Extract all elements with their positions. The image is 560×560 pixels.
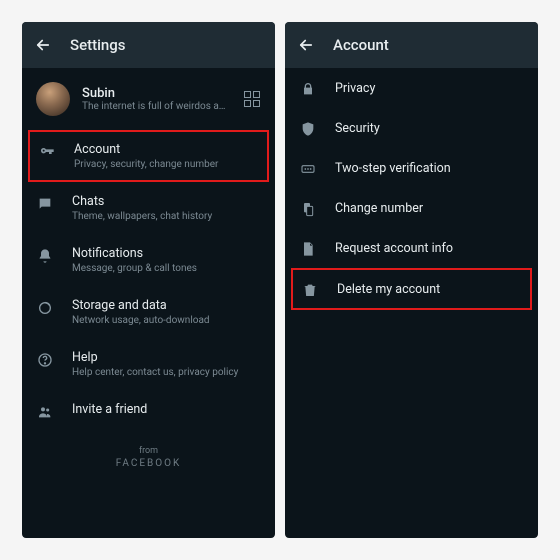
- menu-item-request-info[interactable]: Request account info: [285, 228, 538, 268]
- account-title: Account: [333, 36, 389, 54]
- menu-label: Delete my account: [337, 282, 522, 297]
- menu-label: Invite a friend: [72, 402, 261, 417]
- menu-label: Help: [72, 350, 261, 365]
- menu-label: Storage and data: [72, 298, 261, 313]
- menu-item-change-number[interactable]: Change number: [285, 188, 538, 228]
- menu-item-security[interactable]: Security: [285, 108, 538, 148]
- menu-label: Privacy: [335, 81, 524, 96]
- footer-from: from: [22, 446, 275, 456]
- menu-label: Account: [74, 142, 259, 157]
- menu-sub: Theme, wallpapers, chat history: [72, 211, 261, 222]
- menu-item-two-step[interactable]: Two-step verification: [285, 148, 538, 188]
- lock-icon: [299, 79, 317, 97]
- settings-title: Settings: [70, 36, 126, 54]
- chat-icon: [36, 194, 54, 212]
- avatar: [36, 82, 70, 116]
- menu-label: Chats: [72, 194, 261, 209]
- qr-code-icon[interactable]: [243, 90, 261, 108]
- footer-brand: FACEBOOK: [22, 458, 275, 469]
- trash-icon: [301, 280, 319, 298]
- key-icon: [38, 142, 56, 160]
- menu-item-chats[interactable]: Chats Theme, wallpapers, chat history: [22, 182, 275, 234]
- footer: from FACEBOOK: [22, 446, 275, 469]
- menu-item-storage[interactable]: Storage and data Network usage, auto-dow…: [22, 286, 275, 338]
- menu-sub: Network usage, auto-download: [72, 315, 261, 326]
- help-icon: [36, 350, 54, 368]
- menu-item-help[interactable]: Help Help center, contact us, privacy po…: [22, 338, 275, 390]
- profile-name: Subin: [82, 86, 231, 101]
- bell-icon: [36, 246, 54, 264]
- menu-label: Notifications: [72, 246, 261, 261]
- back-arrow-icon[interactable]: [297, 36, 315, 54]
- account-screen: Account Privacy Security Two-step verifi…: [285, 22, 538, 538]
- menu-item-notifications[interactable]: Notifications Message, group & call tone…: [22, 234, 275, 286]
- account-menu: Privacy Security Two-step verification C…: [285, 68, 538, 310]
- account-header: Account: [285, 22, 538, 68]
- profile-row[interactable]: Subin The internet is full of weirdos an…: [22, 68, 275, 130]
- back-arrow-icon[interactable]: [34, 36, 52, 54]
- profile-text: Subin The internet is full of weirdos an…: [82, 86, 231, 112]
- menu-label: Security: [335, 121, 524, 136]
- settings-menu: Account Privacy, security, change number…: [22, 130, 275, 469]
- menu-sub: Message, group & call tones: [72, 263, 261, 274]
- document-icon: [299, 239, 317, 257]
- data-usage-icon: [36, 298, 54, 316]
- menu-sub: Help center, contact us, privacy policy: [72, 367, 261, 378]
- menu-item-invite[interactable]: Invite a friend: [22, 390, 275, 432]
- profile-status: The internet is full of weirdos and nerd…: [82, 101, 231, 112]
- people-icon: [36, 402, 54, 420]
- menu-label: Two-step verification: [335, 161, 524, 176]
- menu-sub: Privacy, security, change number: [74, 159, 259, 170]
- pin-dots-icon: [299, 159, 317, 177]
- settings-screen: Settings Subin The internet is full of w…: [22, 22, 275, 538]
- menu-label: Change number: [335, 201, 524, 216]
- menu-item-account[interactable]: Account Privacy, security, change number: [28, 130, 269, 182]
- shield-icon: [299, 119, 317, 137]
- menu-item-privacy[interactable]: Privacy: [285, 68, 538, 108]
- settings-header: Settings: [22, 22, 275, 68]
- sim-swap-icon: [299, 199, 317, 217]
- menu-label: Request account info: [335, 241, 524, 256]
- menu-item-delete-account[interactable]: Delete my account: [291, 268, 532, 310]
